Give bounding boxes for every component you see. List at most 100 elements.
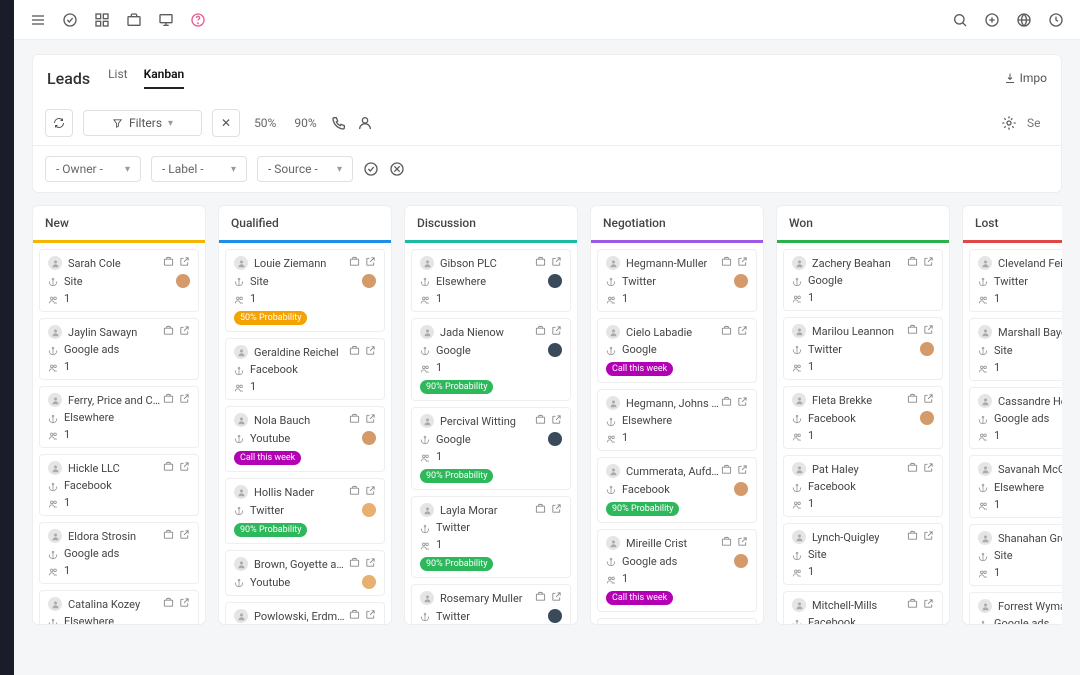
source-select[interactable]: - Source -▾ xyxy=(257,156,353,182)
phone-icon[interactable] xyxy=(331,115,347,131)
lead-card[interactable]: Eldora StrosinGoogle ads1 xyxy=(39,522,199,584)
filter-50-percent[interactable]: 50% xyxy=(250,114,280,132)
lead-card[interactable]: Jada NienowGoogle190% Probability xyxy=(411,318,571,401)
reset-filter-icon[interactable] xyxy=(389,161,405,177)
tab-list[interactable]: List xyxy=(108,67,128,89)
external-link-icon[interactable] xyxy=(179,393,190,407)
briefcase-icon[interactable] xyxy=(349,345,360,359)
briefcase-icon[interactable] xyxy=(349,256,360,270)
briefcase-icon[interactable] xyxy=(349,413,360,427)
external-link-icon[interactable] xyxy=(737,325,748,339)
external-link-icon[interactable] xyxy=(551,256,562,270)
briefcase-icon[interactable] xyxy=(163,461,174,475)
column-body[interactable]: Zachery BeahanGoogle1Marilou LeannonTwit… xyxy=(777,243,949,624)
lead-card[interactable]: Mitchell-MillsFacebook1 xyxy=(783,591,943,624)
grid-icon[interactable] xyxy=(94,12,110,28)
external-link-icon[interactable] xyxy=(551,503,562,517)
external-link-icon[interactable] xyxy=(365,345,376,359)
briefcase-icon[interactable] xyxy=(163,393,174,407)
lead-card[interactable]: Catalina KozeyElsewhere1 xyxy=(39,590,199,624)
external-link-icon[interactable] xyxy=(179,325,190,339)
external-link-icon[interactable] xyxy=(551,325,562,339)
lead-card[interactable]: Ferry, Price and CarterElsewhere1 xyxy=(39,386,199,448)
external-link-icon[interactable] xyxy=(923,462,934,476)
briefcase-icon[interactable] xyxy=(721,325,732,339)
column-body[interactable]: Louie ZiemannSite150% ProbabilityGeraldi… xyxy=(219,243,391,624)
plus-circle-icon[interactable] xyxy=(984,12,1000,28)
briefcase-icon[interactable] xyxy=(721,464,732,478)
lead-card[interactable]: Geraldine ReichelFacebook1 xyxy=(225,338,385,400)
briefcase-icon[interactable] xyxy=(163,529,174,543)
external-link-icon[interactable] xyxy=(551,414,562,428)
briefcase-icon[interactable] xyxy=(349,485,360,499)
lead-card[interactable]: Louie ZiemannSite150% Probability xyxy=(225,249,385,332)
external-link-icon[interactable] xyxy=(365,256,376,270)
monitor-icon[interactable] xyxy=(158,12,174,28)
help-icon[interactable] xyxy=(190,12,206,28)
lead-card[interactable]: Hegmann-MullerTwitter1 xyxy=(597,249,757,312)
briefcase-icon[interactable] xyxy=(907,324,918,338)
external-link-icon[interactable] xyxy=(179,256,190,270)
lead-card[interactable]: Sarah ColeSite1 xyxy=(39,249,199,312)
owner-select[interactable]: - Owner -▾ xyxy=(45,156,141,182)
lead-card[interactable]: Mireille CristGoogle ads1Call this week xyxy=(597,529,757,612)
briefcase-icon[interactable] xyxy=(721,396,732,410)
column-body[interactable]: Gibson PLCElsewhere1Jada NienowGoogle190… xyxy=(405,243,577,624)
filter-90-percent[interactable]: 90% xyxy=(290,114,320,132)
external-link-icon[interactable] xyxy=(923,256,934,270)
external-link-icon[interactable] xyxy=(551,591,562,605)
label-select[interactable]: - Label -▾ xyxy=(151,156,247,182)
lead-card[interactable]: Marilou LeannonTwitter1 xyxy=(783,317,943,380)
external-link-icon[interactable] xyxy=(179,461,190,475)
lead-card[interactable]: Cummerata, Aufderhar and BergnaumFaceboo… xyxy=(597,457,757,523)
lead-card[interactable]: Forrest WymanGoogle ads1 xyxy=(969,592,1062,624)
menu-icon[interactable] xyxy=(30,12,46,28)
external-link-icon[interactable] xyxy=(365,413,376,427)
clock-icon[interactable] xyxy=(1048,12,1064,28)
person-icon[interactable] xyxy=(357,115,373,131)
external-link-icon[interactable] xyxy=(365,609,376,623)
lead-card[interactable]: Gibson PLCElsewhere1 xyxy=(411,249,571,312)
lead-card[interactable]: Hickle LLCFacebook1 xyxy=(39,454,199,516)
external-link-icon[interactable] xyxy=(737,256,748,270)
external-link-icon[interactable] xyxy=(923,598,934,612)
briefcase-icon[interactable] xyxy=(535,414,546,428)
lead-card[interactable]: Shanahan GroupSite1 xyxy=(969,524,1062,586)
external-link-icon[interactable] xyxy=(737,464,748,478)
external-link-icon[interactable] xyxy=(923,393,934,407)
lead-card[interactable]: Cassandre HermanGoogle ads1 xyxy=(969,387,1062,449)
lead-card[interactable]: Brown, Goyette and GusikowskiYoutube xyxy=(225,550,385,596)
globe-icon[interactable] xyxy=(1016,12,1032,28)
tab-kanban[interactable]: Kanban xyxy=(144,67,185,89)
lead-card[interactable]: Hollis NaderTwitter90% Probability xyxy=(225,478,385,544)
column-body[interactable]: Hegmann-MullerTwitter1Cielo LabadieGoogl… xyxy=(591,243,763,624)
search-input[interactable] xyxy=(1027,116,1049,130)
briefcase-icon[interactable] xyxy=(721,536,732,550)
external-link-icon[interactable] xyxy=(923,324,934,338)
lead-card[interactable]: Jaylin SawaynGoogle ads1 xyxy=(39,318,199,380)
lead-card[interactable]: Powlowski, Erdman and WildermanGoogle ad… xyxy=(225,602,385,624)
refresh-button[interactable] xyxy=(45,109,73,137)
briefcase-icon[interactable] xyxy=(163,597,174,611)
lead-card[interactable]: Ruben WestYoutubeCall this week xyxy=(597,618,757,624)
lead-card[interactable]: Pat HaleyFacebook1 xyxy=(783,455,943,517)
briefcase-icon[interactable] xyxy=(535,256,546,270)
apply-filter-icon[interactable] xyxy=(363,161,379,177)
external-link-icon[interactable] xyxy=(737,396,748,410)
briefcase-icon[interactable] xyxy=(907,393,918,407)
briefcase-icon[interactable] xyxy=(907,462,918,476)
lead-card[interactable]: Rosemary MullerTwitter1 xyxy=(411,584,571,624)
lead-card[interactable]: Hegmann, Johns and AnkundingElsewhere1 xyxy=(597,389,757,451)
briefcase-icon[interactable] xyxy=(907,598,918,612)
briefcase-icon[interactable] xyxy=(535,503,546,517)
external-link-icon[interactable] xyxy=(179,597,190,611)
briefcase-icon[interactable] xyxy=(535,325,546,339)
lead-card[interactable]: Nola BauchYoutubeCall this week xyxy=(225,406,385,472)
lead-card[interactable]: Cleveland FeilTwitter1 xyxy=(969,249,1062,312)
column-body[interactable]: Sarah ColeSite1Jaylin SawaynGoogle ads1F… xyxy=(33,243,205,624)
lead-card[interactable]: Percival WittingGoogle190% Probability xyxy=(411,407,571,490)
lead-card[interactable]: Zachery BeahanGoogle1 xyxy=(783,249,943,311)
lead-card[interactable]: Layla MorarTwitter190% Probability xyxy=(411,496,571,578)
filters-button[interactable]: Filters ▾ xyxy=(83,110,202,136)
briefcase-icon[interactable] xyxy=(907,530,918,544)
